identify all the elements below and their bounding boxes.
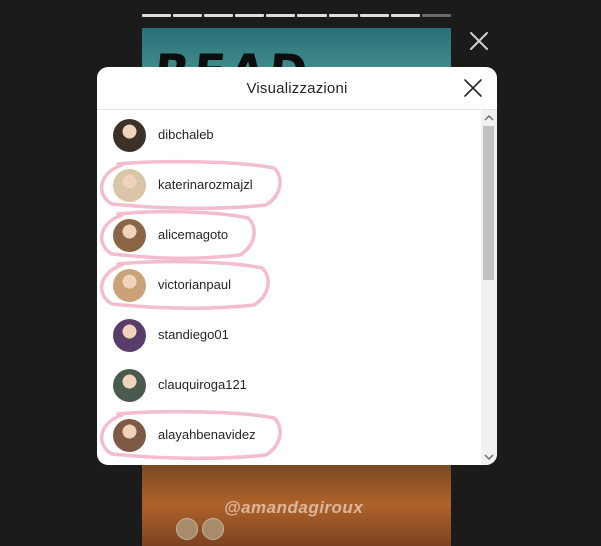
views-modal: Visualizzazioni dibchaleb katerinarozmajz… bbox=[97, 67, 497, 465]
viewer-username[interactable]: dibchaleb bbox=[158, 127, 214, 142]
modal-close-button[interactable] bbox=[463, 78, 483, 98]
viewer-row[interactable]: standiego01 bbox=[97, 310, 481, 360]
modal-header: Visualizzazioni bbox=[97, 67, 497, 110]
scroll-down-button[interactable] bbox=[481, 450, 497, 464]
viewer-row[interactable]: katerinarozmajzl bbox=[97, 160, 481, 210]
progress-segment bbox=[142, 14, 172, 17]
viewer-row[interactable]: clauquiroga121 bbox=[97, 360, 481, 410]
chevron-down-icon bbox=[484, 454, 494, 461]
viewer-row[interactable]: alicemagoto bbox=[97, 210, 481, 260]
viewer-username[interactable]: alayahbenavidez bbox=[158, 427, 256, 442]
scroll-thumb[interactable] bbox=[483, 126, 494, 280]
progress-segment bbox=[328, 14, 358, 17]
progress-segment bbox=[297, 14, 327, 17]
avatar[interactable] bbox=[113, 119, 146, 152]
story-faces bbox=[176, 518, 224, 540]
progress-segment bbox=[204, 14, 234, 17]
viewer-username[interactable]: victorianpaul bbox=[158, 277, 231, 292]
avatar[interactable] bbox=[113, 169, 146, 202]
story-handle: @amandagiroux bbox=[224, 498, 364, 517]
viewer-row[interactable]: dibchaleb bbox=[97, 110, 481, 160]
viewer-list: dibchaleb katerinarozmajzl alicemagoto vict… bbox=[97, 110, 481, 465]
modal-title: Visualizzazioni bbox=[246, 79, 348, 97]
viewer-row[interactable]: alayahbenavidez bbox=[97, 410, 481, 460]
progress-segment bbox=[359, 14, 389, 17]
avatar[interactable] bbox=[113, 319, 146, 352]
viewer-username[interactable]: katerinarozmajzl bbox=[158, 177, 253, 192]
progress-segment bbox=[390, 14, 420, 17]
close-icon bbox=[470, 32, 488, 50]
close-icon bbox=[464, 79, 482, 97]
viewer-username[interactable]: clauquiroga121 bbox=[158, 377, 247, 392]
progress-segment bbox=[421, 14, 451, 17]
viewer-row[interactable]: victorianpaul bbox=[97, 260, 481, 310]
avatar[interactable] bbox=[113, 419, 146, 452]
avatar[interactable] bbox=[113, 269, 146, 302]
scrollbar[interactable] bbox=[481, 110, 497, 465]
viewer-username[interactable]: alicemagoto bbox=[158, 227, 228, 242]
story-progress-bar bbox=[142, 14, 451, 17]
avatar[interactable] bbox=[113, 219, 146, 252]
viewer-username[interactable]: standiego01 bbox=[158, 327, 229, 342]
avatar[interactable] bbox=[113, 369, 146, 402]
progress-segment bbox=[235, 14, 265, 17]
progress-segment bbox=[266, 14, 296, 17]
chevron-up-icon bbox=[484, 114, 494, 121]
story-close-button[interactable] bbox=[469, 31, 489, 51]
scroll-up-button[interactable] bbox=[481, 111, 497, 125]
progress-segment bbox=[173, 14, 203, 17]
